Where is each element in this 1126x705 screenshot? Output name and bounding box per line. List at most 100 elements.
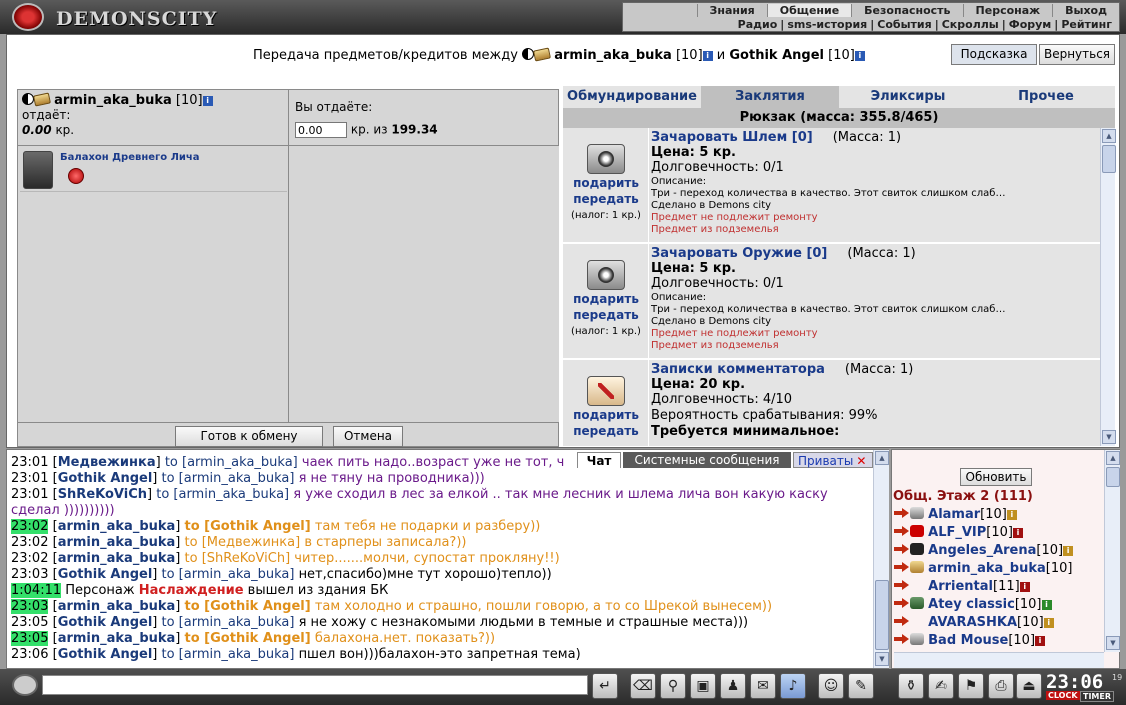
info-icon[interactable]: i	[1043, 618, 1054, 628]
chat-author[interactable]: armin_aka_buka	[58, 535, 176, 550]
private-arrow-icon[interactable]	[894, 579, 910, 591]
online-player[interactable]: Atey classic[10] i	[894, 596, 1104, 614]
gift-link[interactable]: подарить	[563, 176, 649, 190]
private-icon[interactable]: ✉	[750, 673, 776, 699]
menu-security[interactable]: Безопасность	[851, 4, 962, 17]
player-name[interactable]: Alamar	[928, 507, 980, 522]
info-icon[interactable]: i	[1035, 636, 1046, 646]
transfer-link[interactable]: передать	[563, 308, 649, 322]
chat-timestamp[interactable]: 23:02	[11, 551, 48, 566]
online-player[interactable]: Bad Mouse[10] i	[894, 632, 1104, 650]
chat-author[interactable]: armin_aka_buka	[58, 599, 176, 614]
chat-author[interactable]: Gothik Angel	[58, 567, 153, 582]
player2-name[interactable]: Gothik Angel	[729, 48, 824, 63]
online-player[interactable]: armin_aka_buka[10]	[894, 560, 1104, 578]
refresh-button[interactable]: Обновить	[960, 468, 1032, 486]
walk-icon[interactable]: ♟	[720, 673, 746, 699]
private-arrow-icon[interactable]	[894, 525, 910, 537]
credit-amount-input[interactable]	[295, 122, 347, 138]
tab-equipment[interactable]: Обмундирование	[563, 86, 701, 108]
tab-private[interactable]: Приваты ✕	[793, 452, 873, 468]
info-icon[interactable]: i	[1012, 528, 1023, 538]
chat-timestamp[interactable]: 23:01	[11, 455, 48, 470]
chat-recipient[interactable]: to [armin_aka_buka]	[165, 455, 298, 470]
online-player[interactable]: ALF_VIP[10] i	[894, 524, 1104, 542]
menu-knowledge[interactable]: Знания	[696, 4, 767, 17]
gift-link[interactable]: подарить	[563, 408, 649, 422]
chat-timestamp[interactable]: 23:02	[11, 535, 48, 550]
inventory-scrollbar[interactable]: ▲ ▼	[1100, 128, 1116, 446]
transfer-link[interactable]: передать	[563, 192, 649, 206]
item-name[interactable]: Зачаровать Шлем [0]	[651, 130, 813, 145]
scroll-down-icon[interactable]: ▼	[1102, 430, 1116, 444]
chat-author[interactable]: Медвежинка	[58, 455, 156, 470]
transfer-link[interactable]: передать	[563, 424, 649, 438]
chat-author[interactable]: armin_aka_buka	[58, 519, 176, 534]
submenu-rating[interactable]: Рейтинг	[1058, 18, 1115, 31]
info-icon[interactable]: i	[202, 96, 213, 106]
player1-name[interactable]: armin_aka_buka	[554, 48, 672, 63]
tab-elixirs[interactable]: Эликсиры	[839, 86, 977, 108]
chat-timestamp[interactable]: 1:04:11	[11, 583, 62, 598]
chat-recipient[interactable]: to [armin_aka_buka]	[162, 567, 295, 582]
submenu-sms-history[interactable]: sms-история	[784, 18, 870, 31]
scroll-up-icon[interactable]: ▲	[875, 451, 889, 465]
private-arrow-icon[interactable]	[894, 543, 910, 555]
map-icon[interactable]: ⚑	[958, 673, 984, 699]
chat-author[interactable]: Gothik Angel	[58, 615, 153, 630]
player-name[interactable]: armin_aka_buka	[928, 561, 1046, 576]
online-player[interactable]: Arriental[11] i	[894, 578, 1104, 596]
translit-icon[interactable]: ✎	[848, 673, 874, 699]
tab-other[interactable]: Прочее	[977, 86, 1115, 108]
print-icon[interactable]: ⎙	[988, 673, 1014, 699]
book-icon[interactable]: ✍	[928, 673, 954, 699]
submenu-events[interactable]: События	[874, 18, 934, 31]
close-icon[interactable]: ✕	[856, 454, 866, 468]
info-icon[interactable]: i	[1063, 546, 1074, 556]
player-name[interactable]: Bad Mouse	[928, 633, 1008, 648]
chat-timestamp[interactable]: 23:02	[11, 519, 49, 534]
online-horizontal-scrollbar[interactable]	[894, 652, 1104, 668]
save-icon[interactable]: ▣	[690, 673, 716, 699]
music-icon[interactable]: ♪	[780, 673, 806, 699]
chat-recipient[interactable]: to [Медвежинка]	[185, 535, 301, 550]
online-player[interactable]: AVARASHKA[10] i	[894, 614, 1104, 632]
scroll-thumb[interactable]	[875, 580, 889, 650]
online-player[interactable]: Alamar[10] i	[894, 506, 1104, 524]
chat-author[interactable]: armin_aka_buka	[58, 631, 176, 646]
chat-timestamp[interactable]: 23:03	[11, 567, 48, 582]
scroll-up-icon[interactable]: ▲	[1102, 129, 1116, 143]
chat-timestamp[interactable]: 23:01	[11, 471, 48, 486]
chat-recipient[interactable]: to [armin_aka_buka]	[156, 487, 289, 502]
tab-system-messages[interactable]: Системные сообщения	[623, 452, 791, 468]
chat-recipient[interactable]: to [armin_aka_buka]	[162, 471, 295, 486]
info-icon[interactable]: i	[1019, 582, 1030, 592]
item-name[interactable]: Зачаровать Оружие [0]	[651, 246, 827, 261]
smile-face-icon[interactable]	[12, 674, 38, 696]
scroll-down-icon[interactable]: ▼	[875, 652, 889, 666]
chat-scrollbar[interactable]: ▲ ▼	[873, 450, 889, 668]
chat-author[interactable]: Gothik Angel	[58, 471, 153, 486]
chat-author[interactable]: ShReKoViCh	[58, 487, 147, 502]
partner-name[interactable]: armin_aka_buka	[54, 93, 172, 108]
offered-item[interactable]: Балахон Древнего Лича	[20, 148, 287, 192]
chat-timestamp[interactable]: 23:06	[11, 647, 48, 662]
system-player-name[interactable]: Наслаждение	[139, 583, 244, 598]
chat-recipient[interactable]: to [armin_aka_buka]	[162, 615, 295, 630]
ready-to-trade-button[interactable]: Готов к обмену	[175, 426, 323, 447]
player-name[interactable]: Atey classic	[928, 597, 1015, 612]
chat-input[interactable]	[42, 675, 588, 695]
submenu-forum[interactable]: Форум	[1006, 18, 1055, 31]
private-arrow-icon[interactable]	[894, 507, 910, 519]
info-icon[interactable]: i	[1041, 600, 1052, 610]
scroll-up-icon[interactable]: ▲	[1106, 451, 1120, 465]
player-name[interactable]: Angeles_Arena	[928, 543, 1036, 558]
private-arrow-icon[interactable]	[894, 561, 910, 573]
private-arrow-icon[interactable]	[894, 597, 910, 609]
info-icon[interactable]: i	[854, 51, 865, 61]
chat-timestamp[interactable]: 23:05	[11, 615, 48, 630]
chat-recipient[interactable]: to [Gothik Angel]	[185, 631, 311, 646]
scroll-thumb[interactable]	[1102, 145, 1116, 173]
offered-item-name[interactable]: Балахон Древнего Лича	[60, 152, 200, 163]
send-icon[interactable]: ↵	[592, 673, 618, 699]
